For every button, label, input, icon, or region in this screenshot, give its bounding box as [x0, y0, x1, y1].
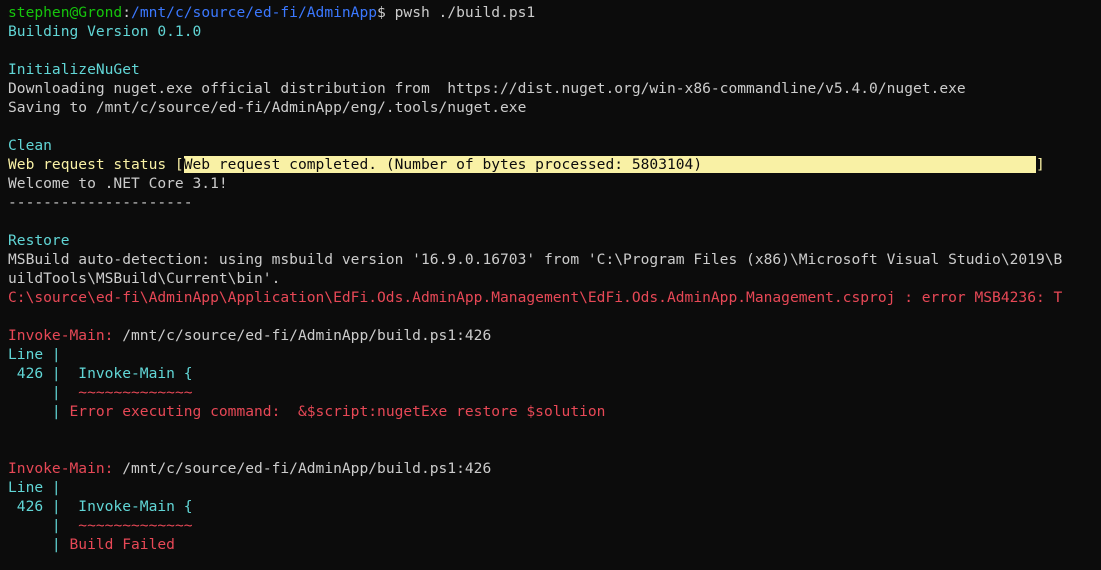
terminal-text: Downloading nuget.exe official distribut… — [8, 80, 966, 97]
terminal-line: stephen@Grond:/mnt/c/source/ed-fi/AdminA… — [8, 3, 1101, 22]
terminal-text: ~~~~~~~~~~~~~ — [78, 384, 193, 401]
terminal-text: Line | — [8, 479, 61, 496]
terminal-line: --------------------- — [8, 193, 1101, 212]
progress-highlight-text: Web request completed. (Number of bytes … — [183, 156, 1036, 173]
terminal-text: | — [8, 384, 79, 401]
terminal-text: /mnt/c/source/ed-fi/AdminApp/build.ps1:4… — [122, 460, 492, 477]
terminal-line: Restore — [8, 231, 1101, 250]
terminal-text: Restore — [8, 232, 70, 249]
terminal-text: Building Version 0.1.0 — [8, 23, 202, 40]
terminal-line: C:\source\ed-fi\AdminApp\Application\EdF… — [8, 288, 1101, 307]
terminal-text: Web request status [ — [8, 156, 184, 173]
terminal-line: Line | — [8, 345, 1101, 364]
terminal-line: Web request status [Web request complete… — [8, 155, 1101, 174]
terminal-text: stephen@Grond — [8, 4, 123, 21]
terminal-line: Saving to /mnt/c/source/ed-fi/AdminApp/e… — [8, 98, 1101, 117]
terminal-text: C:\source\ed-fi\AdminApp\Application\EdF… — [8, 289, 1063, 306]
terminal-text: | — [8, 536, 70, 553]
terminal-text: ] — [1036, 156, 1045, 173]
terminal-line: | ~~~~~~~~~~~~~ — [8, 516, 1101, 535]
terminal-text: /mnt/c/source/ed-fi/AdminApp — [131, 4, 378, 21]
terminal-text: ~~~~~~~~~~~~~ — [78, 517, 193, 534]
terminal-text: --------------------- — [8, 194, 193, 211]
terminal-text: uildTools\MSBuild\Current\bin'. — [8, 270, 281, 287]
terminal-text: Invoke-Main: — [8, 327, 123, 344]
terminal-text: MSBuild auto-detection: using msbuild ve… — [8, 251, 1063, 268]
terminal-line: Invoke-Main: /mnt/c/source/ed-fi/AdminAp… — [8, 326, 1101, 345]
terminal-line: | ~~~~~~~~~~~~~ — [8, 383, 1101, 402]
terminal-text: Invoke-Main: — [8, 460, 123, 477]
terminal-line: Building Version 0.1.0 — [8, 22, 1101, 41]
terminal-text: /mnt/c/source/ed-fi/AdminApp/build.ps1:4… — [122, 327, 492, 344]
terminal-line: Downloading nuget.exe official distribut… — [8, 79, 1101, 98]
terminal-text: 426 | Invoke-Main { — [8, 498, 193, 515]
terminal-text: Saving to /mnt/c/source/ed-fi/AdminApp/e… — [8, 99, 527, 116]
terminal-text: 426 | Invoke-Main { — [8, 365, 193, 382]
terminal-text: | — [8, 517, 79, 534]
terminal-line: Invoke-Main: /mnt/c/source/ed-fi/AdminAp… — [8, 459, 1101, 478]
terminal-text: Clean — [8, 137, 52, 154]
terminal-text: : — [122, 4, 132, 21]
terminal-output[interactable]: stephen@Grond:/mnt/c/source/ed-fi/AdminA… — [0, 0, 1101, 570]
terminal-line: InitializeNuGet — [8, 60, 1101, 79]
terminal-text: InitializeNuGet — [8, 61, 140, 78]
terminal-line: Clean — [8, 136, 1101, 155]
terminal-line: | Error executing command: &$script:nuge… — [8, 402, 1101, 421]
terminal-line: MSBuild auto-detection: using msbuild ve… — [8, 250, 1101, 269]
terminal-text: | — [8, 403, 70, 420]
terminal-line: 426 | Invoke-Main { — [8, 364, 1101, 383]
terminal-text: Line | — [8, 346, 61, 363]
terminal-line: uildTools\MSBuild\Current\bin'. — [8, 269, 1101, 288]
terminal-text: Welcome to .NET Core 3.1! — [8, 175, 228, 192]
terminal-text: Error executing command: &$script:nugetE… — [69, 403, 606, 420]
terminal-line: | Build Failed — [8, 535, 1101, 554]
terminal-line: Welcome to .NET Core 3.1! — [8, 174, 1101, 193]
terminal-line: Line | — [8, 478, 1101, 497]
terminal-line: 426 | Invoke-Main { — [8, 497, 1101, 516]
terminal-text: $ pwsh ./build.ps1 — [377, 4, 536, 21]
terminal-text: Build Failed — [69, 536, 175, 553]
